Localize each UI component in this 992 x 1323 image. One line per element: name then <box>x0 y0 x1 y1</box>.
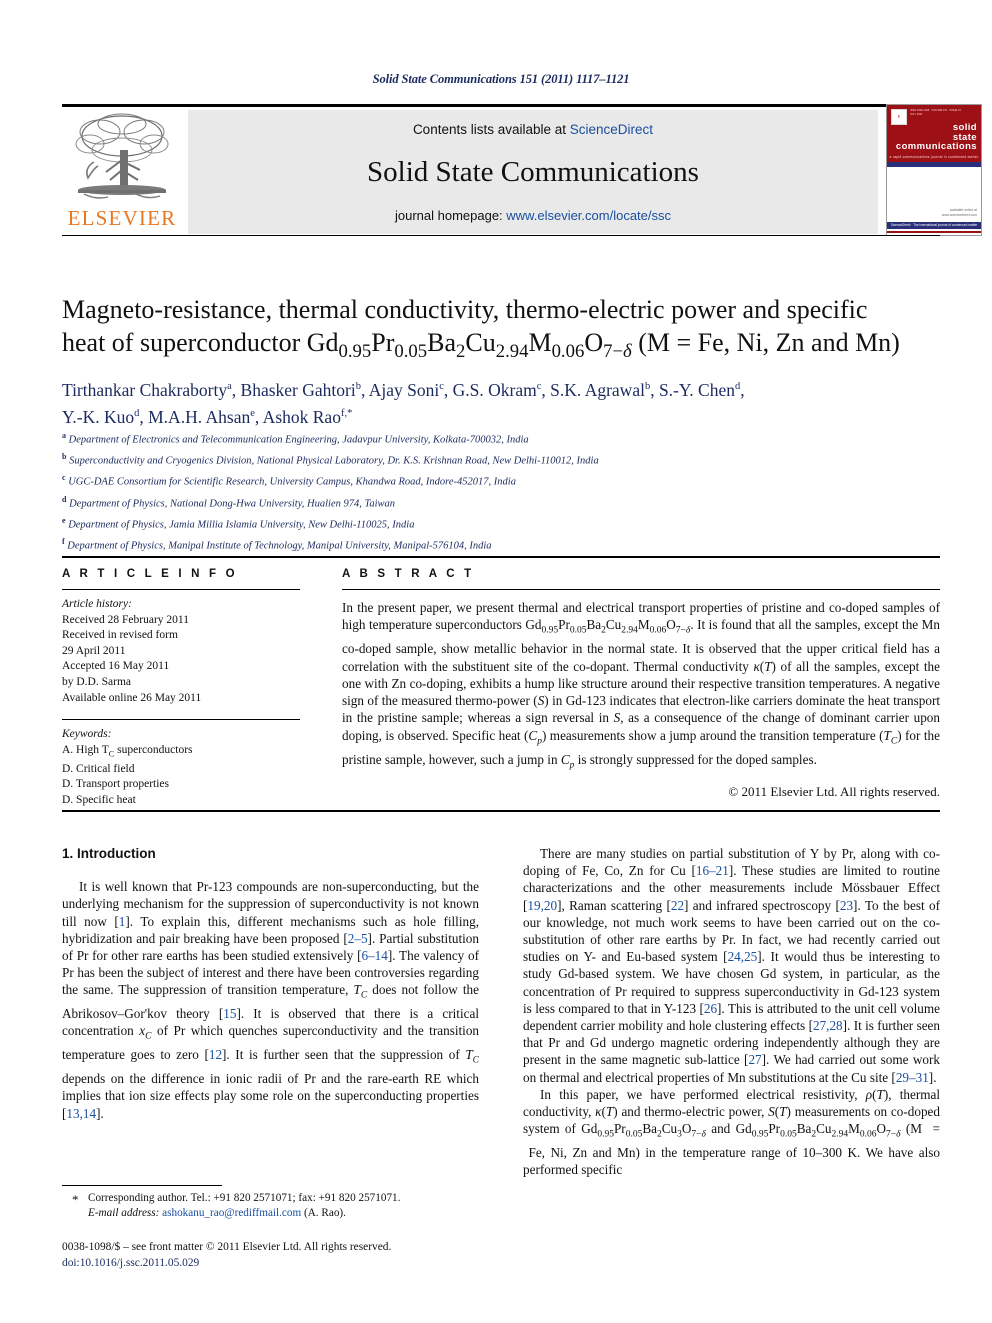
keywords-hairline-top <box>62 719 300 721</box>
article-info-heading: A R T I C L E I N F O <box>62 568 238 580</box>
article-history-label: Article history: <box>62 598 132 610</box>
keyword-item: A. High TC superconductors <box>62 743 193 759</box>
journal-cover-thumbnail: E ISSN 0038-1098 VOLUME 151 ISSUE 15 JULY… <box>886 104 982 236</box>
sciencedirect-link[interactable]: ScienceDirect <box>570 122 653 137</box>
affiliation-text: UGC-DAE Consortium for Scientific Resear… <box>68 476 516 488</box>
contents-prefix: Contents lists available at <box>412 122 570 137</box>
abstract-text: In the present paper, we present thermal… <box>342 600 941 771</box>
affiliation-text: Department of Physics, National Dong-Hwa… <box>69 498 396 510</box>
affiliation-item: b Superconductivity and Cryogenics Divis… <box>62 452 599 467</box>
doi-line[interactable]: doi:10.1016/j.ssc.2011.05.029 <box>62 1257 199 1269</box>
history-item: Received in revised form <box>62 629 178 642</box>
abstract-copyright: © 2011 Elsevier Ltd. All rights reserved… <box>728 783 940 799</box>
corresponding-author-note: Corresponding author. Tel.: +91 820 2571… <box>88 1191 482 1221</box>
keyword-item: D. Specific heat <box>62 793 136 806</box>
history-item: Received 28 February 2011 <box>62 613 189 626</box>
cover-footer-band: ScienceDirect · The international journa… <box>887 222 981 229</box>
asterisk-icon: * <box>72 1192 79 1207</box>
journal-title: Solid State Communications <box>367 156 699 188</box>
affiliation-text: Superconductivity and Cryogenics Divisio… <box>69 455 599 467</box>
cover-footer-line-1: available online at <box>949 208 977 213</box>
contents-list-line: Contents lists available at ScienceDirec… <box>188 122 878 137</box>
paper-page: Solid State Communications 151 (2011) 11… <box>0 0 992 1323</box>
masthead-top-rule <box>62 104 940 107</box>
affiliation-list: a Department of Electronics and Telecomm… <box>62 428 940 555</box>
keyword-item: D. Critical field <box>62 762 135 775</box>
journal-masthead: ELSEVIER Contents lists available at Sci… <box>62 104 982 236</box>
affiliation-item: c UGC-DAE Consortium for Scientific Rese… <box>62 473 516 488</box>
abstract-block-top-rule <box>62 556 940 558</box>
section-heading-introduction: 1. Introduction <box>62 846 156 861</box>
abstract-heading: A B S T R A C T <box>342 568 475 580</box>
email-label: E-mail address: <box>88 1207 160 1219</box>
title-line-2: heat of superconductor Gd0.95Pr0.05Ba2Cu… <box>62 328 900 363</box>
history-item: Available online 26 May 2011 <box>62 691 202 704</box>
elsevier-logo: ELSEVIER <box>64 110 180 234</box>
imprint-block: 0038-1098/$ – see front matter © 2011 El… <box>62 1240 492 1271</box>
affiliation-text: Department of Physics, Manipal Institute… <box>67 540 492 552</box>
page-title: Magneto-resistance, thermal conductivity… <box>62 293 940 368</box>
history-item: 29 April 2011 <box>62 644 126 657</box>
footnote-block: * Corresponding author. Tel.: +91 820 25… <box>62 1191 482 1221</box>
author-list: Tirthankar Chakrabortya, Bhasker Gahtori… <box>62 375 940 429</box>
body-column-left: 1. Introduction It is well known that Pr… <box>62 845 479 1122</box>
paragraph: There are many studies on partial substi… <box>523 846 940 1085</box>
homepage-prefix: journal homepage: <box>394 208 507 223</box>
cover-name-line-3: communications <box>895 141 977 152</box>
running-head: Solid State Communications 151 (2011) 11… <box>372 72 630 86</box>
cover-tagline: a rapid communications journal in conden… <box>889 155 979 159</box>
journal-banner: Contents lists available at ScienceDirec… <box>188 110 878 234</box>
cover-masthead-fineprint: ISSN 0038-1098 VOLUME 151 ISSUE 15 JULY 2… <box>910 109 961 116</box>
journal-homepage-link[interactable]: www.elsevier.com/locate/ssc <box>506 208 671 223</box>
affiliation-item: d Department of Physics, National Dong-H… <box>62 494 396 510</box>
abstract-hairline <box>342 589 940 590</box>
masthead-bottom-rule <box>62 235 940 236</box>
email-owner: (A. Rao). <box>304 1207 346 1219</box>
affiliation-item: f Department of Physics, Manipal Institu… <box>62 537 492 552</box>
cover-footer-rule <box>887 231 981 233</box>
paragraph: In this paper, we have performed electri… <box>523 1086 941 1178</box>
cover-journal-name: solid state communications <box>889 123 977 152</box>
issn-line: 0038-1098/$ – see front matter © 2011 El… <box>62 1241 392 1253</box>
elsevier-tree-icon <box>75 113 169 199</box>
keywords-block: Keywords: A. High TC superconductors D. … <box>62 727 300 808</box>
abstract-block-bottom-rule <box>62 810 940 812</box>
affiliation-item: e Department of Physics, Jamia Millia Is… <box>62 515 415 531</box>
journal-homepage-line: journal homepage: www.elsevier.com/locat… <box>188 208 878 223</box>
affiliation-text: Department of Physics, Jamia Millia Isla… <box>68 519 415 531</box>
corresponding-author-text: Corresponding author. Tel.: +91 820 2571… <box>88 1192 401 1204</box>
body-column-right: There are many studies on partial substi… <box>523 845 940 1179</box>
keyword-item: D. Transport properties <box>62 778 170 791</box>
cover-footer-line-2: www.sciencedirect.com <box>941 212 977 217</box>
article-info-hairline-top <box>62 589 300 590</box>
cover-top-panel: E ISSN 0038-1098 VOLUME 151 ISSUE 15 JULY… <box>887 105 981 162</box>
email-link[interactable]: ashokanu_rao@rediffmail.com <box>162 1207 301 1219</box>
elsevier-wordmark: ELSEVIER <box>67 206 177 230</box>
author-item: Tirthankar Chakrabortya, Bhasker Gahtori… <box>62 379 745 427</box>
cover-footer-text: available online at www.sciencedirect.co… <box>891 208 977 217</box>
affiliation-text: Department of Electronics and Telecommun… <box>68 434 529 446</box>
paragraph: It is well known that Pr-123 compounds a… <box>62 879 480 1121</box>
history-item: Accepted 16 May 2011 <box>62 660 170 673</box>
affiliation-item: a Department of Electronics and Telecomm… <box>62 431 529 446</box>
title-line-1: Magneto-resistance, thermal conductivity… <box>62 295 868 324</box>
article-history: Article history: Received 28 February 20… <box>62 597 300 706</box>
footnote-rule <box>62 1185 222 1186</box>
history-item: by D.D. Sarma <box>62 675 131 688</box>
abstract-column: A B S T R A C T In the present paper, we… <box>342 568 940 800</box>
article-info-column: A R T I C L E I N F O Article history: R… <box>62 568 300 808</box>
keywords-label: Keywords: <box>62 728 112 741</box>
